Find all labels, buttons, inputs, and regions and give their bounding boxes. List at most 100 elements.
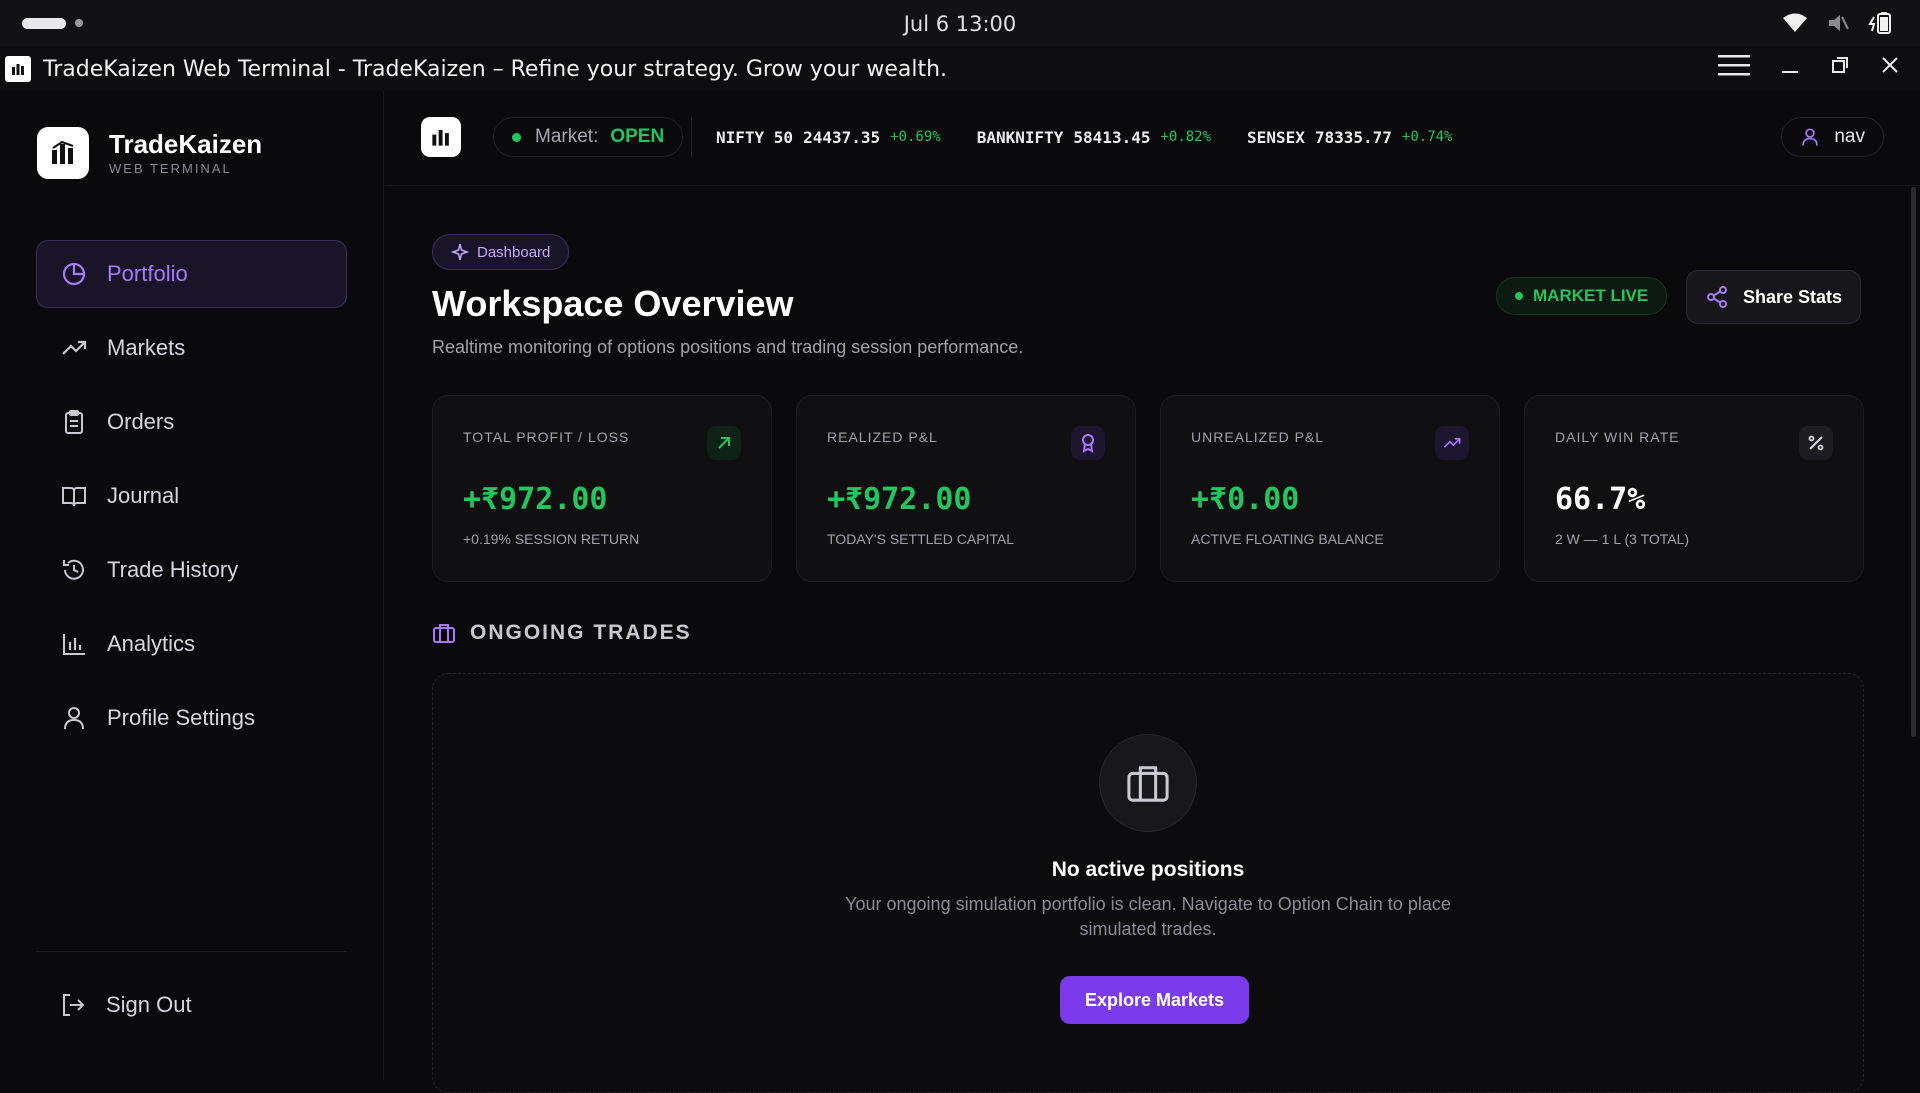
pie-chart-icon <box>61 261 87 287</box>
market-live-badge: MARKET LIVE <box>1496 277 1668 315</box>
workspace-dot <box>75 19 83 27</box>
ticker-change: +0.74% <box>1401 129 1453 145</box>
window-controls <box>1718 53 1900 77</box>
stat-footnote: TODAY'S SETTLED CAPITAL <box>827 531 1015 547</box>
stat-card-unrealized-pl: UNREALIZED P&L +₹0.00 ACTIVE FLOATING BA… <box>1160 395 1500 582</box>
stat-value: +₹972.00 <box>827 482 972 517</box>
stat-label: TOTAL PROFIT / LOSS <box>463 429 630 445</box>
stat-value: +₹972.00 <box>463 482 608 517</box>
stat-label: UNREALIZED P&L <box>1191 429 1325 445</box>
ticker-name: SENSEX <box>1247 127 1305 147</box>
system-bar: Jul 6 13:00 <box>0 0 1920 47</box>
brand-logo-icon <box>37 127 89 179</box>
sidebar-item-profile-settings[interactable]: Profile Settings <box>36 684 347 752</box>
volume-muted-icon <box>1829 15 1849 31</box>
market-status: OPEN <box>610 126 665 147</box>
ticker-item-nifty[interactable]: NIFTY 50 24437.35 +0.69% <box>716 128 941 147</box>
stat-card-total-pl: TOTAL PROFIT / LOSS +₹972.00 +0.19% SESS… <box>432 395 772 582</box>
page-title: Workspace Overview <box>432 283 794 324</box>
history-icon <box>61 557 87 583</box>
close-icon[interactable] <box>1880 55 1900 75</box>
user-menu-button[interactable]: nav <box>1781 117 1884 157</box>
sidebar-item-analytics[interactable]: Analytics <box>36 610 347 678</box>
main-content: Dashboard Workspace Overview Realtime mo… <box>385 187 1900 1093</box>
sidebar-item-label: Analytics <box>107 631 196 656</box>
clipboard-icon <box>61 409 87 435</box>
sidebar-nav: Portfolio Markets Orders Journal Trade H… <box>36 240 347 758</box>
system-clock[interactable]: Jul 6 13:00 <box>904 12 1017 36</box>
sparkles-icon <box>451 243 469 261</box>
bar-chart-icon <box>61 631 87 657</box>
stat-label: DAILY WIN RATE <box>1555 429 1680 445</box>
section-title: ONGOING TRADES <box>470 621 692 644</box>
arrow-up-right-icon <box>707 426 741 460</box>
sign-out-button[interactable]: Sign Out <box>36 975 347 1035</box>
hamburger-menu-icon[interactable] <box>1718 53 1750 77</box>
briefcase-icon <box>433 624 455 643</box>
user-icon <box>1802 128 1819 146</box>
share-stats-label: Share Stats <box>1743 286 1843 307</box>
index-ticker: NIFTY 50 24437.35 +0.69% BANKNIFTY 58413… <box>691 117 1452 157</box>
brand-name: TradeKaizen <box>109 128 263 159</box>
stat-footnote: +0.19% SESSION RETURN <box>463 531 640 547</box>
status-dot <box>512 132 521 142</box>
share-stats-button[interactable]: Share Stats <box>1686 270 1862 324</box>
empty-state-panel: No active positions Your ongoing simulat… <box>432 673 1864 1093</box>
stat-card-realized-pl: REALIZED P&L +₹972.00 TODAY'S SETTLED CA… <box>796 395 1136 582</box>
sign-out-label: Sign Out <box>106 992 192 1017</box>
user-icon <box>61 705 87 731</box>
battery-icon <box>1868 12 1891 34</box>
minimize-icon[interactable] <box>1780 55 1800 75</box>
sidebar-item-label: Markets <box>107 335 186 360</box>
share-icon <box>1707 286 1727 308</box>
stat-value: 66.7% <box>1555 482 1646 517</box>
brand[interactable]: TradeKaizen WEB TERMINAL <box>37 127 262 179</box>
ticker-item-sensex[interactable]: SENSEX 78335.77 +0.74% <box>1247 128 1452 147</box>
stat-value: +₹0.00 <box>1191 482 1300 517</box>
award-icon <box>1071 426 1105 460</box>
top-bar: Market: OPEN NIFTY 50 24437.35 +0.69% BA… <box>385 91 1920 186</box>
brand-subtitle: WEB TERMINAL <box>109 160 232 176</box>
trending-up-icon <box>1435 426 1469 460</box>
ticker-value: 78335.77 <box>1314 127 1392 147</box>
window-title: TradeKaizen Web Terminal - TradeKaizen –… <box>43 56 948 82</box>
log-out-icon <box>60 992 86 1018</box>
sidebar-item-portfolio[interactable]: Portfolio <box>36 240 347 308</box>
ticker-item-banknifty[interactable]: BANKNIFTY 58413.45 +0.82% <box>977 128 1211 147</box>
restore-icon[interactable] <box>1830 55 1850 75</box>
ticker-value: 58413.45 <box>1073 127 1151 147</box>
stat-label: REALIZED P&L <box>827 429 938 445</box>
ticker-name: BANKNIFTY <box>976 127 1064 147</box>
book-icon <box>61 483 87 509</box>
empty-state-description: Your ongoing simulation portfolio is cle… <box>845 894 1451 939</box>
market-status-pill: Market: OPEN <box>493 117 684 157</box>
sidebar-item-markets[interactable]: Markets <box>36 314 347 382</box>
breadcrumb-label: Dashboard <box>477 243 551 261</box>
sidebar: TradeKaizen WEB TERMINAL Portfolio Marke… <box>0 91 384 1080</box>
sidebar-item-journal[interactable]: Journal <box>36 462 347 530</box>
topbar-logo-icon[interactable] <box>421 117 461 157</box>
user-name: nav <box>1834 126 1865 147</box>
activities-indicator[interactable] <box>22 18 66 29</box>
stat-footnote: ACTIVE FLOATING BALANCE <box>1191 531 1384 547</box>
stats-cards: TOTAL PROFIT / LOSS +₹972.00 +0.19% SESS… <box>432 395 1864 582</box>
live-label: MARKET LIVE <box>1533 286 1649 305</box>
market-label: Market: <box>535 126 599 147</box>
status-dot <box>1515 292 1523 300</box>
main-scrollbar[interactable] <box>1911 187 1916 737</box>
sidebar-item-label: Portfolio <box>107 261 188 286</box>
wifi-icon <box>1783 13 1807 32</box>
stat-card-win-rate: DAILY WIN RATE 66.7% 2 W — 1 L (3 TOTAL) <box>1524 395 1864 582</box>
trending-up-icon <box>61 335 87 361</box>
sidebar-item-trade-history[interactable]: Trade History <box>36 536 347 604</box>
sidebar-item-orders[interactable]: Orders <box>36 388 347 456</box>
sidebar-divider <box>36 951 347 952</box>
ticker-value: 24437.35 <box>803 127 881 147</box>
app-icon <box>5 56 31 82</box>
sidebar-item-label: Journal <box>107 483 180 508</box>
explore-markets-button[interactable]: Explore Markets <box>1060 976 1249 1024</box>
system-tray[interactable] <box>1782 11 1894 35</box>
ticker-change: +0.82% <box>1160 129 1212 145</box>
ticker-change: +0.69% <box>890 129 941 145</box>
breadcrumb[interactable]: Dashboard <box>432 234 570 270</box>
